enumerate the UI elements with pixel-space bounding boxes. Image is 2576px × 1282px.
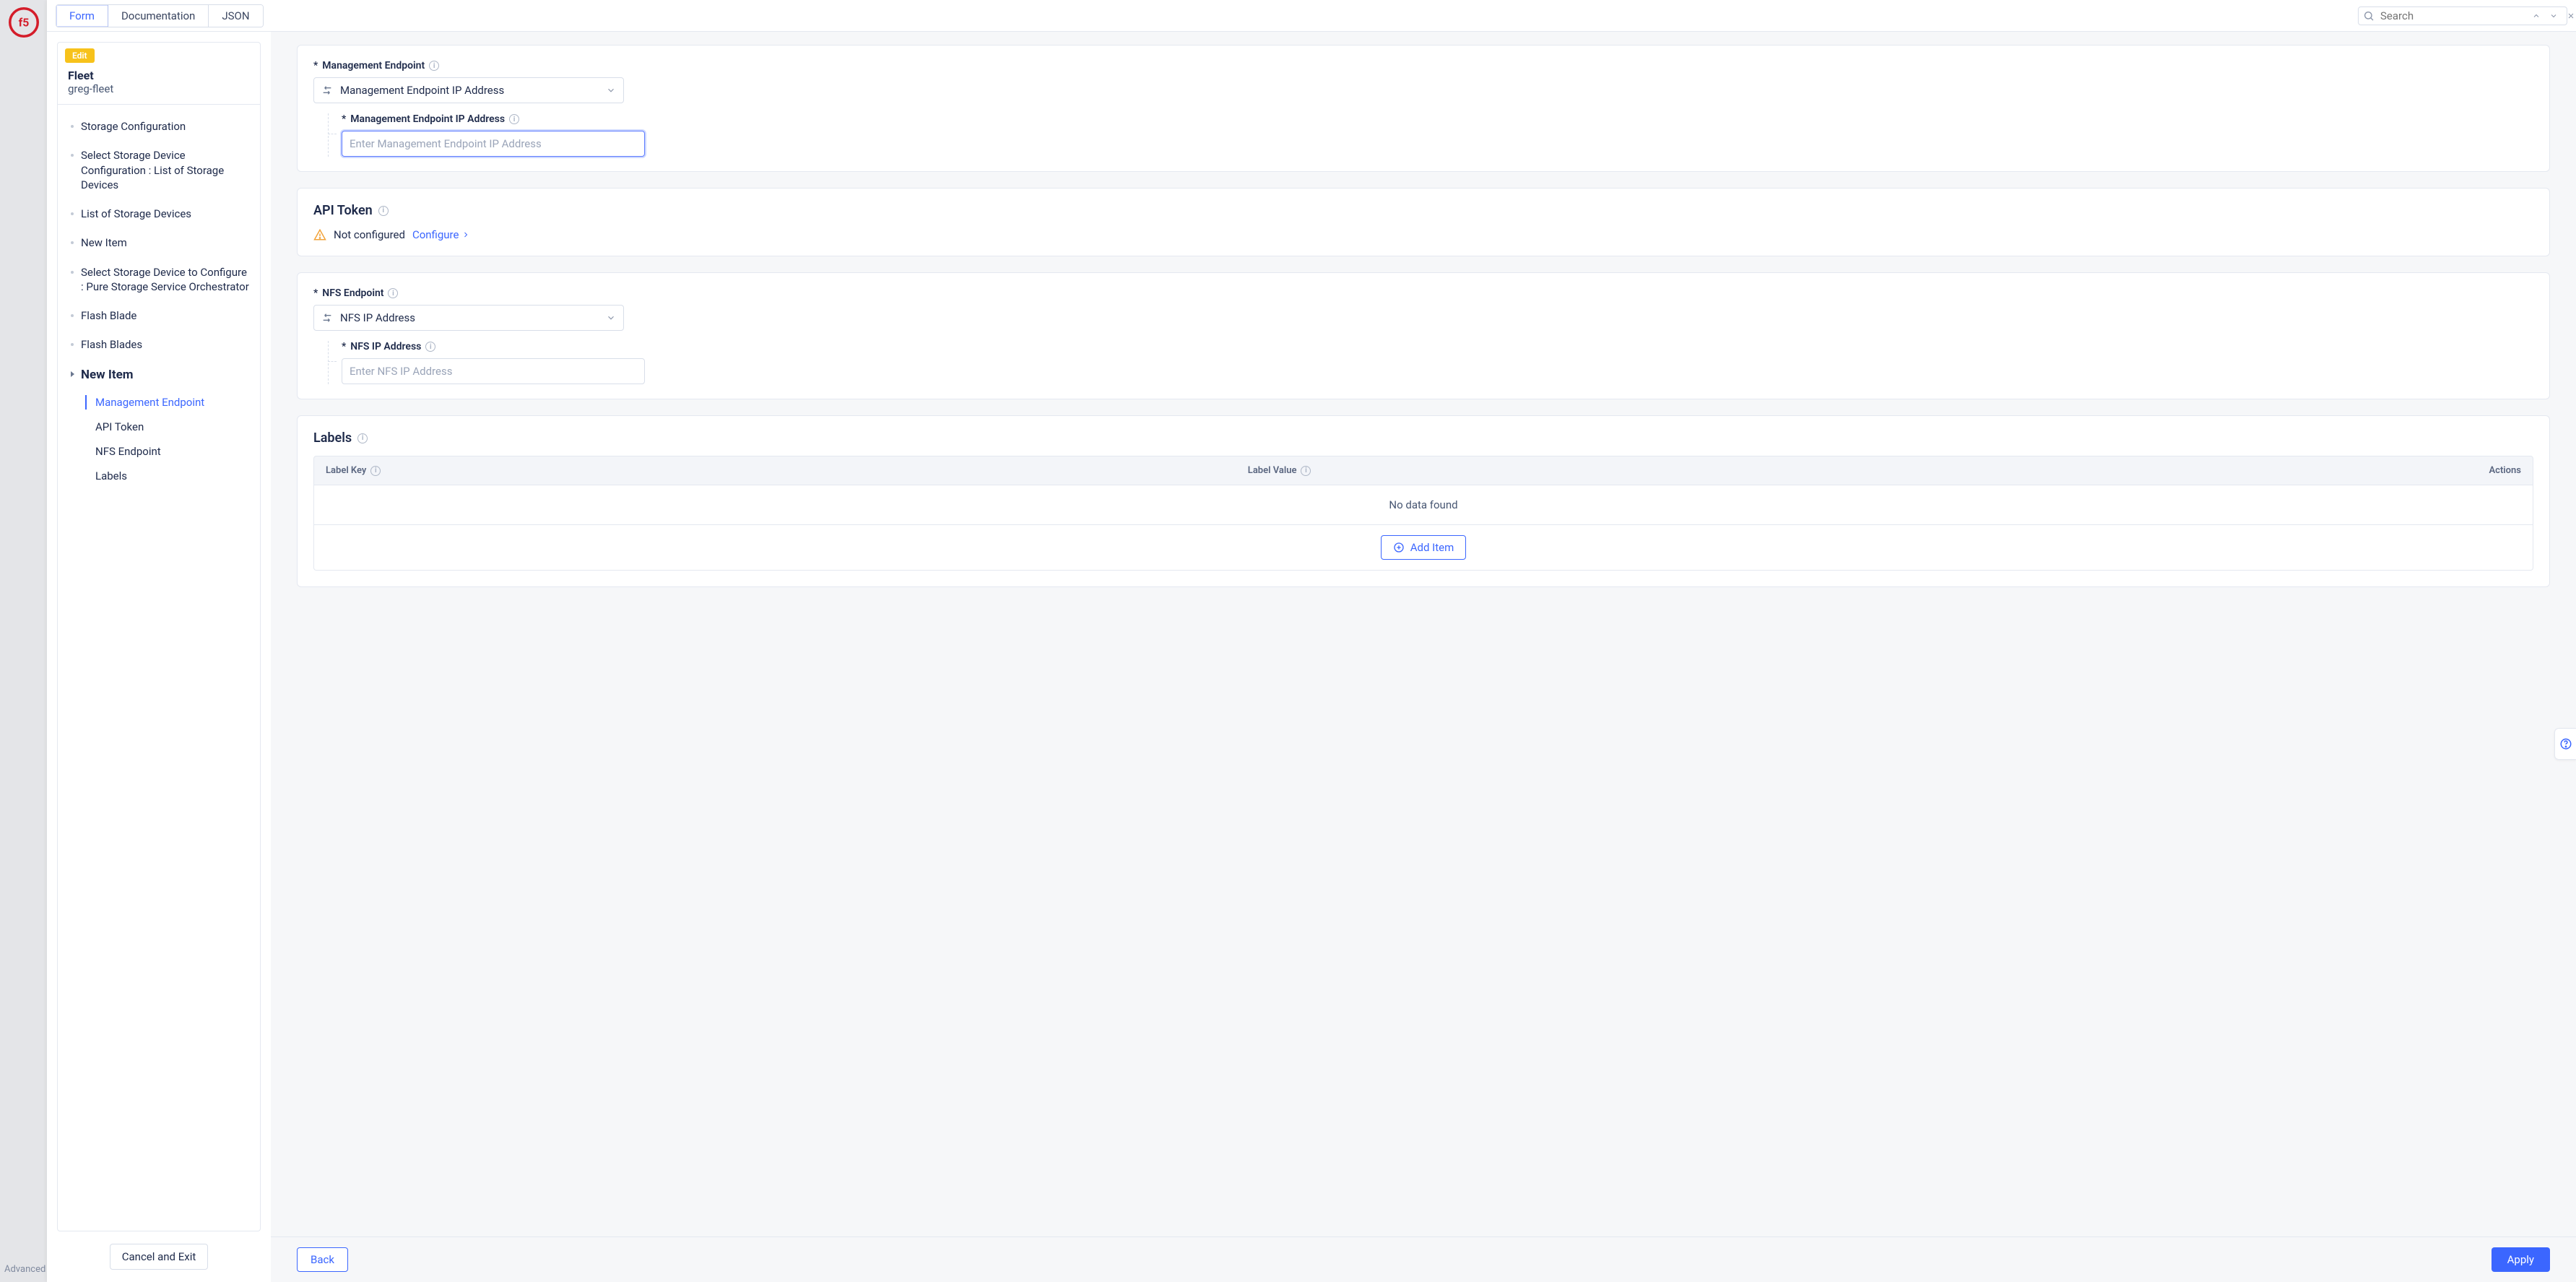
nfs-endpoint-type-value: NFS IP Address [340, 311, 415, 324]
management-endpoint-card: Management Endpoint i Management Endpoin… [297, 45, 2550, 172]
swap-icon [321, 312, 333, 324]
outline-subitem-management-endpoint[interactable]: Management Endpoint [64, 390, 254, 415]
labels-col-actions: Actions [2489, 465, 2521, 476]
outline-item[interactable]: New Item [64, 228, 254, 257]
info-icon[interactable]: i [1301, 466, 1311, 476]
info-icon[interactable]: i [429, 61, 439, 71]
form-footer: Back Apply [271, 1236, 2576, 1282]
labels-table-header: Label Key i Label Value i Actions [313, 456, 2533, 485]
apply-button[interactable]: Apply [2492, 1247, 2550, 1272]
management-endpoint-ip-input[interactable] [342, 131, 645, 157]
api-token-card: API Token i Not configured Configure [297, 188, 2550, 256]
tab-json[interactable]: JSON [209, 5, 262, 27]
outline-subitem-api-token[interactable]: API Token [64, 415, 254, 439]
outline-item-current[interactable]: New Item [64, 360, 254, 391]
tab-form[interactable]: Form [56, 5, 108, 27]
outline-subitem-nfs-endpoint[interactable]: NFS Endpoint [64, 439, 254, 464]
api-token-status-row: Not configured Configure [313, 228, 2533, 241]
chevron-down-icon [606, 313, 616, 323]
management-endpoint-label: Management Endpoint i [313, 60, 2533, 72]
object-kind: Fleet [68, 69, 250, 82]
api-token-configure-link[interactable]: Configure [412, 228, 471, 241]
api-token-status-text: Not configured [334, 228, 405, 241]
management-endpoint-type-value: Management Endpoint IP Address [340, 84, 504, 97]
labels-col-key: Label Key [326, 465, 366, 476]
outline-panel: Edit Fleet greg-fleet Storage Configurat… [47, 32, 271, 1282]
outline-item[interactable]: Flash Blades [64, 330, 254, 359]
outline-item[interactable]: Select Storage Device Configuration : Li… [64, 141, 254, 199]
search-next-icon[interactable] [2547, 10, 2560, 22]
api-token-heading: API Token i [313, 203, 2533, 218]
management-endpoint-nested: Management Endpoint IP Address i [328, 113, 2533, 157]
outline-card: Edit Fleet greg-fleet Storage Configurat… [57, 42, 261, 1231]
nfs-ip-input[interactable] [342, 358, 645, 384]
nfs-ip-label: NFS IP Address i [342, 341, 2533, 352]
help-icon [2559, 737, 2572, 750]
outline-item[interactable]: Storage Configuration [64, 112, 254, 141]
nfs-endpoint-label: NFS Endpoint i [313, 287, 2533, 299]
cancel-and-exit-button[interactable]: Cancel and Exit [110, 1244, 209, 1270]
search-input[interactable] [2379, 9, 2525, 23]
search-icon [2363, 10, 2375, 22]
outline-footer: Cancel and Exit [57, 1231, 261, 1282]
labels-card: Labels i Label Key i Label Value i Actions… [297, 415, 2550, 587]
object-name: greg-fleet [68, 82, 250, 95]
chevron-down-icon [606, 85, 616, 95]
swap-icon [321, 85, 333, 96]
outline-list: Storage Configuration Select Storage Dev… [58, 105, 260, 498]
management-endpoint-ip-label: Management Endpoint IP Address i [342, 113, 2533, 125]
nfs-endpoint-type-select[interactable]: NFS IP Address [313, 305, 624, 331]
nfs-endpoint-nested: NFS IP Address i [328, 341, 2533, 384]
labels-heading: Labels i [313, 430, 2533, 446]
modal-topbar: Form Documentation JSON [47, 0, 2576, 32]
info-icon[interactable]: i [509, 114, 519, 124]
warning-icon [313, 228, 326, 241]
info-icon[interactable]: i [370, 466, 381, 476]
search-prev-icon[interactable] [2530, 10, 2543, 22]
edit-modal: Form Documentation JSON Edit Fleet greg-… [47, 0, 2576, 1282]
search-close-icon[interactable] [2564, 10, 2576, 22]
outline-subitem-labels[interactable]: Labels [64, 464, 254, 488]
plus-circle-icon [1393, 542, 1405, 553]
add-label-button[interactable]: Add Item [1381, 535, 1467, 560]
info-icon[interactable]: i [388, 288, 398, 298]
labels-add-row: Add Item [313, 525, 2533, 571]
help-fab[interactable] [2554, 728, 2576, 760]
labels-col-value: Label Value [1248, 465, 1297, 476]
outline-item[interactable]: Flash Blade [64, 301, 254, 330]
modal-search[interactable] [2358, 7, 2567, 25]
back-button[interactable]: Back [297, 1247, 348, 1272]
info-icon[interactable]: i [425, 342, 435, 352]
info-icon[interactable]: i [378, 206, 389, 216]
mode-badge: Edit [65, 48, 95, 63]
tab-documentation[interactable]: Documentation [108, 5, 209, 27]
outline-item[interactable]: Select Storage Device to Configure : Pur… [64, 258, 254, 302]
info-icon[interactable]: i [357, 433, 368, 443]
management-endpoint-type-select[interactable]: Management Endpoint IP Address [313, 77, 624, 103]
labels-empty-state: No data found [313, 485, 2533, 525]
form-scroll-area[interactable]: Management Endpoint i Management Endpoin… [271, 32, 2576, 1236]
outline-item[interactable]: List of Storage Devices [64, 199, 254, 228]
view-mode-segmented: Form Documentation JSON [56, 4, 264, 27]
nfs-endpoint-card: NFS Endpoint i NFS IP Address [297, 272, 2550, 399]
